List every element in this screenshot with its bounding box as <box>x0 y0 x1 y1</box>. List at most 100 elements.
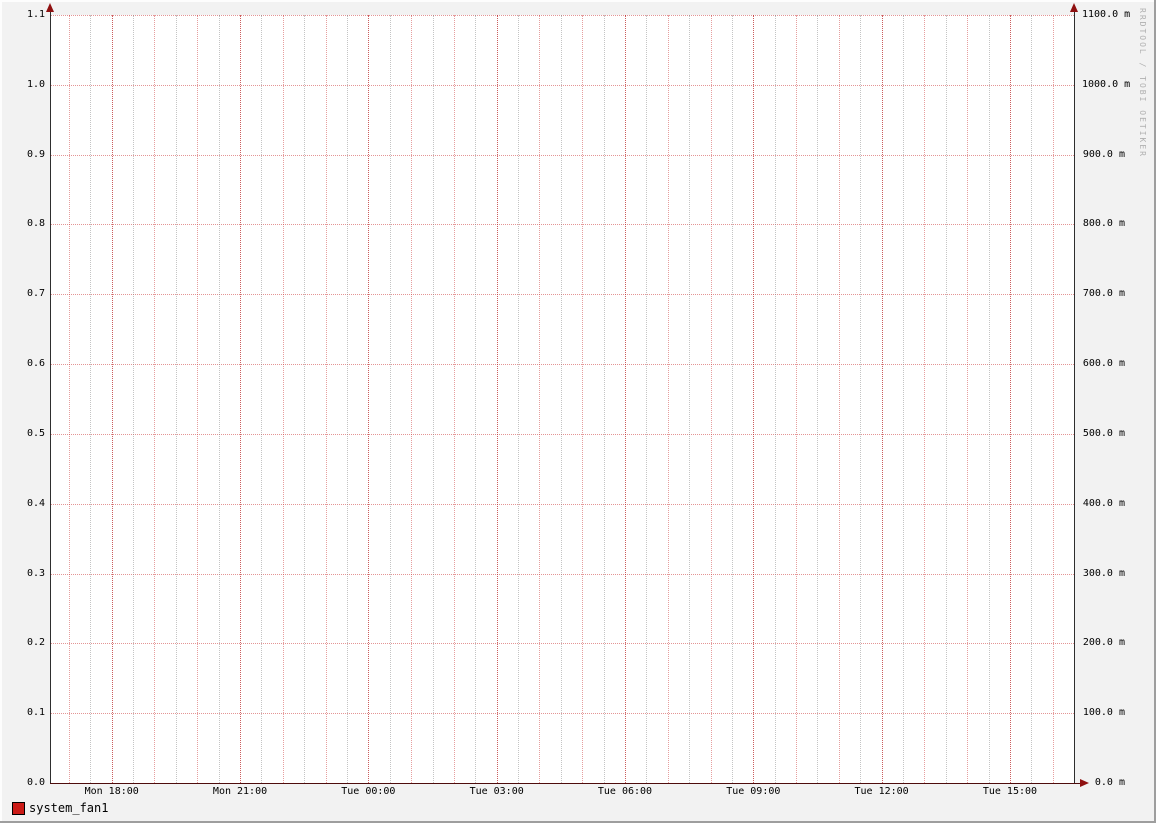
gridline-vertical-minor <box>304 15 306 783</box>
gridline-vertical-minor <box>646 15 648 783</box>
gridline-vertical-major <box>496 15 498 783</box>
y-axis-left-tick-label: 0.0 <box>26 777 45 788</box>
gridline-vertical-minor <box>475 15 477 783</box>
gridline-vertical-minor <box>560 15 562 783</box>
gridline-vertical-major <box>1009 15 1011 783</box>
x-axis-tick-label: Tue 15:00 <box>982 786 1038 797</box>
gridline-vertical-minor <box>133 15 135 783</box>
gridline-vertical-minor <box>90 15 92 783</box>
gridline-vertical-minor <box>518 15 520 783</box>
gridline-vertical-minor <box>689 15 691 783</box>
gridline-vertical-minor <box>988 15 990 783</box>
legend-series-label: system_fan1 <box>29 801 109 815</box>
gridline-vertical-minor <box>1031 15 1033 783</box>
gridline-horizontal <box>50 224 1074 226</box>
y-axis-left-arrow-icon <box>46 3 54 12</box>
y-axis-left-tick-label: 1.0 <box>26 78 45 90</box>
rrdtool-graph: 1.1 1100.0 m 1.0 1000.0 m 0.9 900.0 m 0.8 800.0… <box>0 0 1156 823</box>
y-axis-right-arrow-icon <box>1070 3 1078 12</box>
gridline-vertical-major <box>624 15 626 783</box>
gridline-vertical-hour <box>796 15 798 783</box>
gridline-vertical-hour <box>325 15 327 783</box>
x-axis-tick-label: Tue 09:00 <box>726 786 781 797</box>
y-axis-left-tick-label: 0.4 <box>26 497 45 509</box>
gridline-vertical-minor <box>731 15 733 783</box>
bevel-top <box>0 0 1156 2</box>
y-axis-right-tick-label: 100.0 m <box>1082 707 1125 719</box>
gridline-vertical-hour <box>838 15 840 783</box>
x-axis-tick-label: Tue 00:00 <box>341 786 396 797</box>
gridline-vertical-major <box>753 15 755 783</box>
gridline-horizontal <box>50 294 1074 296</box>
gridline-vertical-hour <box>411 15 413 783</box>
y-axis-left-tick-label: 0.5 <box>26 427 45 439</box>
gridline-horizontal <box>50 433 1074 435</box>
gridline-vertical-minor <box>175 15 177 783</box>
gridline-vertical-major <box>111 15 113 783</box>
gridline-vertical-hour <box>154 15 156 783</box>
gridline-vertical-hour <box>539 15 541 783</box>
gridline-vertical-hour <box>197 15 199 783</box>
y-axis-right-tick-label: 1100.0 m <box>1082 9 1131 20</box>
gridline-vertical-minor <box>774 15 776 783</box>
y-axis-right-tick-label: 300.0 m <box>1082 567 1125 579</box>
y-axis-left-tick-label: 0.1 <box>26 707 45 719</box>
gridline-vertical-minor <box>346 15 348 783</box>
y-axis-right-tick-label: 400.0 m <box>1082 497 1125 509</box>
y-axis-right-tick-label: 900.0 m <box>1082 148 1125 160</box>
y-axis-right-tick-label: 700.0 m <box>1082 288 1125 300</box>
bevel-left <box>0 0 2 823</box>
gridline-horizontal <box>50 643 1074 645</box>
legend-swatch-icon <box>12 802 25 815</box>
gridline-vertical-major <box>240 15 242 783</box>
gridline-vertical-minor <box>389 15 391 783</box>
rrdtool-watermark: RRDTOOL / TOBI OETIKER <box>1138 8 1147 158</box>
y-axis-left-tick-label: 0.2 <box>26 637 45 649</box>
gridline-vertical-minor <box>432 15 434 783</box>
gridline-vertical-hour <box>68 15 70 783</box>
y-axis-right-tick-label: 1000.0 m <box>1082 78 1131 90</box>
x-axis-arrow-icon <box>1080 779 1089 787</box>
y-axis-right-tick-label: 600.0 m <box>1082 358 1125 370</box>
y-axis-right-line <box>1074 8 1075 784</box>
gridline-vertical-major <box>368 15 370 783</box>
y-axis-left-tick-label: 1.1 <box>26 9 45 20</box>
y-axis-left-tick-label: 0.9 <box>26 148 45 160</box>
gridline-vertical-hour <box>967 15 969 783</box>
x-axis-tick-label: Tue 03:00 <box>469 786 524 797</box>
gridline-vertical-minor <box>903 15 904 783</box>
gridline-horizontal <box>50 364 1074 366</box>
y-axis-left-tick-label: 0.6 <box>26 358 45 370</box>
y-axis-left-line <box>50 8 51 784</box>
gridline-vertical-minor <box>261 15 263 783</box>
x-axis-tick-label: Tue 12:00 <box>854 786 909 797</box>
gridline-horizontal <box>50 503 1074 505</box>
gridline-vertical-hour <box>667 15 669 783</box>
gridline-vertical-minor <box>817 15 819 783</box>
y-axis-left-tick-label: 0.8 <box>26 218 45 230</box>
gridline-horizontal <box>50 713 1074 715</box>
gridline-horizontal <box>50 573 1074 575</box>
gridline-vertical-hour <box>453 15 455 783</box>
gridline-vertical-hour <box>582 15 584 783</box>
gridline-horizontal <box>50 84 1074 86</box>
gridline-vertical-hour <box>710 15 712 783</box>
gridline-vertical-minor <box>218 15 220 783</box>
gridline-vertical-minor <box>945 15 947 783</box>
x-axis-line <box>50 783 1081 784</box>
x-axis-tick-label: Tue 06:00 <box>597 786 653 797</box>
x-axis-tick-label: Mon 21:00 <box>212 786 268 797</box>
y-axis-left-tick-label: 0.7 <box>26 288 45 300</box>
gridline-vertical-hour <box>1052 15 1054 783</box>
gridline-vertical-minor <box>860 15 862 783</box>
gridline-horizontal <box>50 15 1074 16</box>
x-axis-tick-label: Mon 18:00 <box>84 786 139 797</box>
y-axis-right-tick-label: 800.0 m <box>1082 218 1125 230</box>
gridline-horizontal <box>50 154 1074 156</box>
gridline-vertical-minor <box>603 15 605 783</box>
gridline-vertical-hour <box>924 15 926 783</box>
plot-canvas <box>50 15 1074 783</box>
y-axis-left-tick-label: 0.3 <box>26 567 45 579</box>
y-axis-right-tick-label: 500.0 m <box>1082 427 1125 439</box>
gridline-vertical-major <box>881 15 883 783</box>
